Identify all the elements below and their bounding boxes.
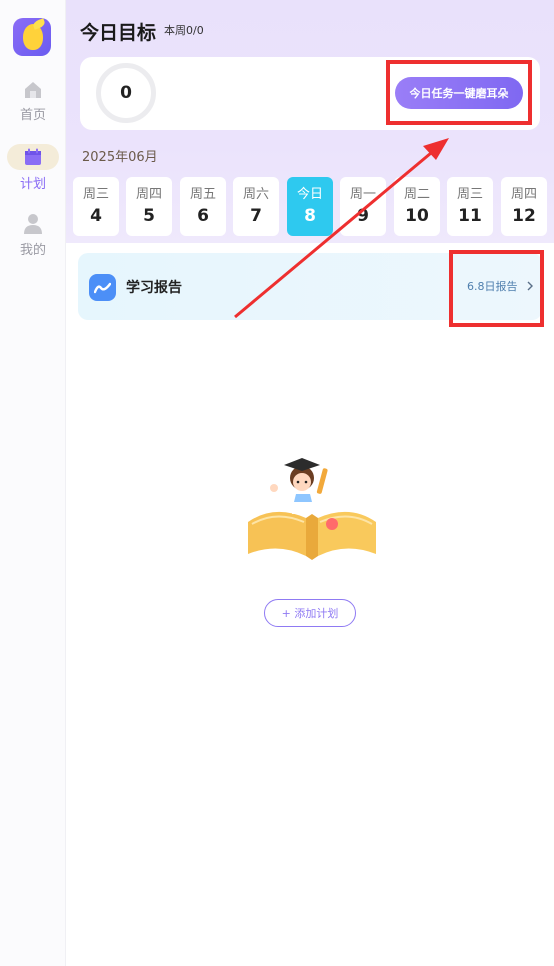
day-weekday: 今日: [296, 187, 323, 202]
day-date: 8: [304, 206, 316, 226]
sidebar-item-label: 我的: [19, 243, 46, 258]
goal-card: 0 今日任务一键磨耳朵: [80, 57, 540, 130]
day-date: 7: [250, 206, 262, 226]
week-progress: 本周0/0: [164, 24, 204, 37]
sidebar-item-plan[interactable]: 计划: [0, 144, 66, 192]
add-plan-button[interactable]: + 添加计划: [264, 599, 356, 627]
sidebar: 首页 计划 我的: [0, 0, 66, 966]
day-weekday: 周二: [403, 187, 430, 202]
day-date: 9: [357, 206, 369, 226]
empty-state-illustration: [248, 458, 376, 560]
day-date: 10: [405, 206, 429, 226]
day-cell[interactable]: 周五 6: [180, 177, 226, 236]
day-weekday: 周三: [82, 187, 109, 202]
day-cell[interactable]: 周三 4: [73, 177, 119, 236]
day-cell[interactable]: 周六 7: [233, 177, 279, 236]
active-indicator: [7, 144, 59, 170]
sidebar-item-me[interactable]: 我的: [0, 213, 66, 258]
sidebar-item-home[interactable]: 首页: [0, 80, 66, 123]
app-logo: [13, 18, 51, 56]
calendar-icon: [25, 148, 41, 165]
day-date: 6: [197, 206, 209, 226]
listen-all-button[interactable]: 今日任务一键磨耳朵: [395, 77, 523, 109]
day-cell[interactable]: 周三 11: [447, 177, 493, 236]
sidebar-item-label: 首页: [19, 108, 46, 123]
day-cell[interactable]: 周二 10: [394, 177, 440, 236]
month-label: 2025年06月: [82, 150, 158, 165]
day-date: 4: [90, 206, 102, 226]
day-cell[interactable]: 周一 9: [340, 177, 386, 236]
day-weekday: 周五: [189, 187, 216, 202]
day-date: 11: [458, 206, 482, 226]
report-title: 学习报告: [126, 280, 182, 296]
day-weekday: 周一: [349, 187, 376, 202]
user-icon: [24, 214, 42, 234]
trend-icon: [89, 274, 116, 301]
day-date: 12: [512, 206, 536, 226]
page-title: 今日目标: [80, 22, 157, 44]
day-cell[interactable]: 周四 12: [501, 177, 547, 236]
goal-count: 0: [120, 83, 132, 103]
day-weekday: 周四: [135, 187, 162, 202]
day-weekday: 周六: [242, 187, 269, 202]
day-weekday: 周三: [456, 187, 483, 202]
day-weekday: 周四: [510, 187, 537, 202]
day-cell[interactable]: 周四 5: [126, 177, 172, 236]
day-date: 5: [143, 206, 155, 226]
home-icon: [25, 82, 41, 98]
day-cell-today[interactable]: 今日 8: [287, 177, 333, 236]
sidebar-item-label: 计划: [19, 177, 46, 192]
goal-progress-ring: 0: [96, 63, 156, 123]
highlight-box: [449, 250, 544, 327]
